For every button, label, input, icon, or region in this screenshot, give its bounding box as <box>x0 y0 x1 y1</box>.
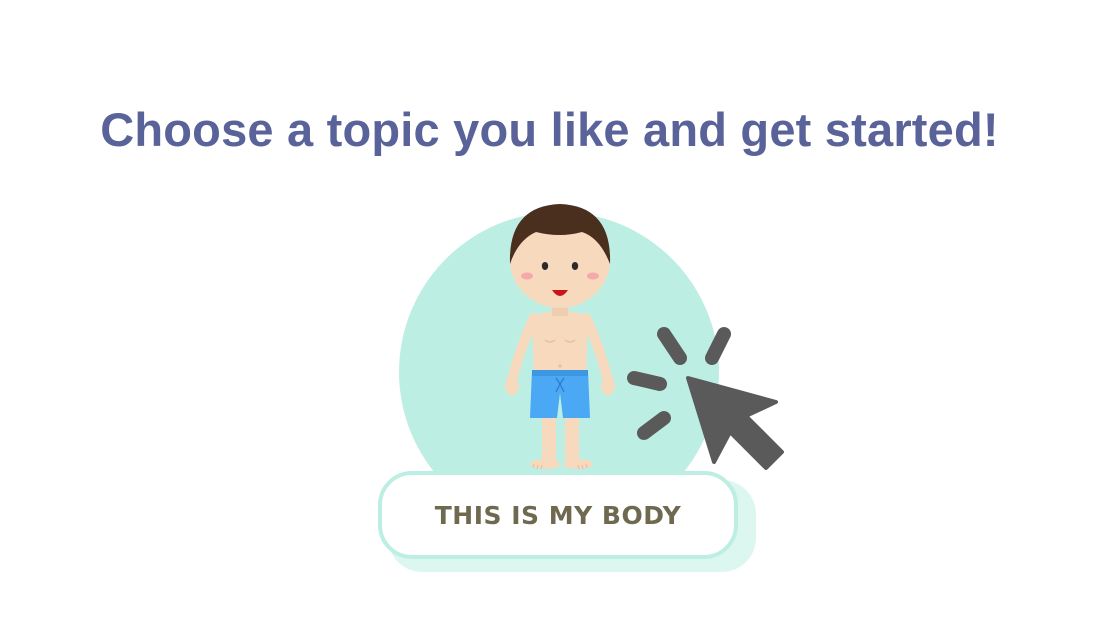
topic-label: THIS IS MY BODY <box>434 500 682 530</box>
topic-button[interactable]: THIS IS MY BODY <box>378 471 738 559</box>
cursor-click-icon <box>627 327 784 470</box>
topic-card-body[interactable]: THIS IS MY BODY <box>370 190 790 590</box>
page-heading: Choose a topic you like and get started! <box>100 103 999 156</box>
boy-illustration <box>505 204 615 470</box>
